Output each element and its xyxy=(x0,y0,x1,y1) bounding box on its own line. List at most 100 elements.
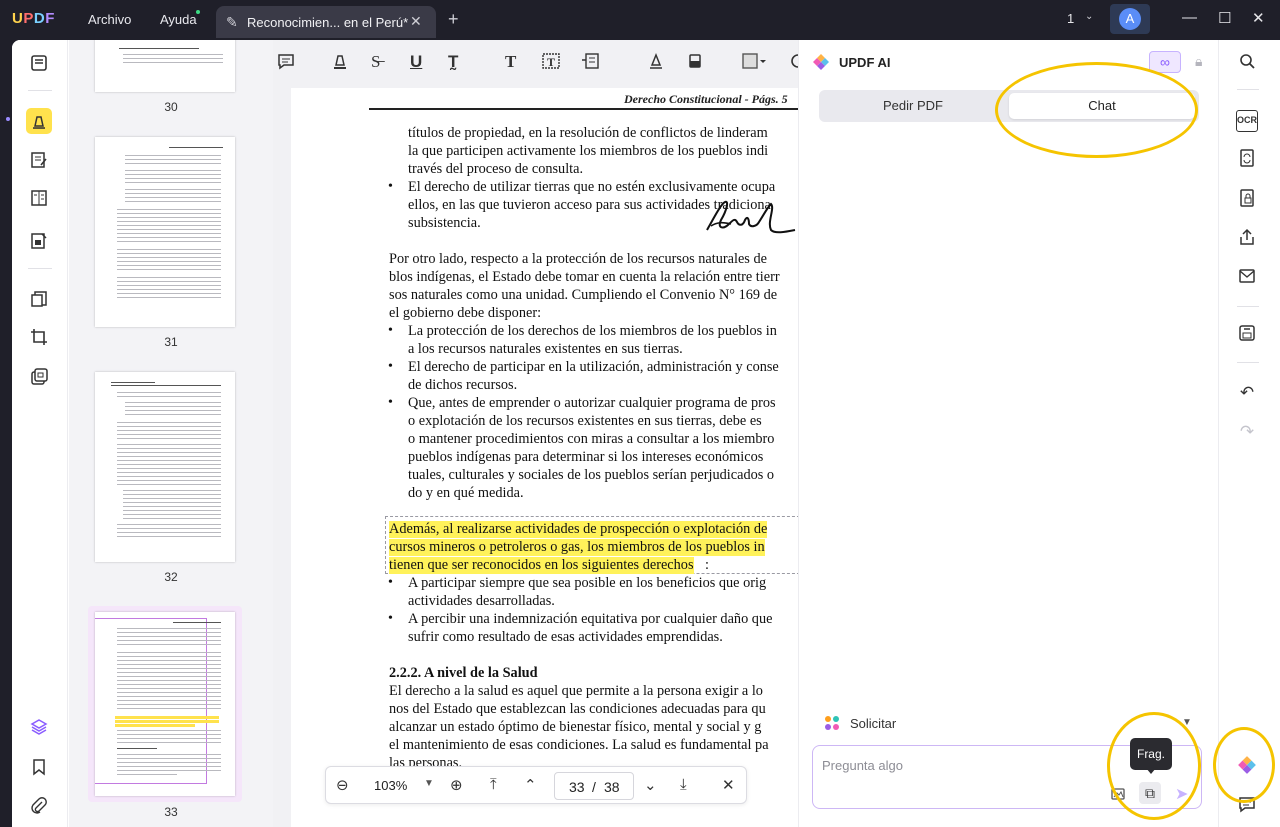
organize-icon[interactable] xyxy=(26,228,52,254)
bullet: • xyxy=(388,395,393,410)
annotation-circle xyxy=(995,62,1198,158)
text-line: el mantenimiento de esas condiciones. La… xyxy=(389,737,769,753)
highlighted-line[interactable]: Además, al realizarse actividades de pro… xyxy=(389,521,768,538)
thumbnail-page[interactable] xyxy=(95,137,235,327)
previous-page-icon[interactable]: ⌃ xyxy=(524,776,537,794)
annotation-circle xyxy=(1107,712,1201,820)
menu-archivo[interactable]: Archivo xyxy=(88,12,131,27)
header-rule xyxy=(369,108,798,110)
undo-icon[interactable]: ↶ xyxy=(1236,382,1258,404)
text-line: sos naturales como una unidad. Cumpliend… xyxy=(389,287,778,303)
search-icon[interactable] xyxy=(1236,52,1258,74)
document-tab-label: Reconocimien... en el Perú* xyxy=(247,15,409,30)
ocr-stack-icon[interactable] xyxy=(26,364,52,390)
note-icon[interactable] xyxy=(277,52,295,75)
text-line: Que, antes de emprender o autorizar cual… xyxy=(408,395,776,411)
updf-ai-icon xyxy=(813,54,829,70)
underline-icon[interactable]: U xyxy=(410,52,422,72)
chevron-down-icon[interactable]: ▼ xyxy=(424,778,434,789)
squiggly-text-icon[interactable]: T̰ xyxy=(448,52,458,72)
convert-icon[interactable] xyxy=(1236,148,1258,170)
page-number-input[interactable]: 33 / 38 xyxy=(554,772,634,800)
right-toolbar: OCR ↶ ↷ xyxy=(1218,40,1280,827)
thumbnail-page-selected[interactable] xyxy=(95,612,235,796)
window-count[interactable]: 1 xyxy=(1067,11,1074,26)
layers-icon[interactable] xyxy=(26,714,52,740)
tab-ask-pdf[interactable]: Pedir PDF xyxy=(819,90,1007,122)
text-callout-icon[interactable] xyxy=(580,52,600,75)
document-tab[interactable]: ✎ Reconocimien... en el Perú* ✕ xyxy=(216,6,436,38)
highlight-icon[interactable] xyxy=(331,52,349,75)
text-line: a los recursos naturales existentes en s… xyxy=(408,341,683,357)
text-box-icon[interactable]: T xyxy=(541,52,561,75)
menu-ayuda[interactable]: Ayuda xyxy=(160,12,197,27)
strikethrough-icon[interactable]: S̶ xyxy=(371,52,380,72)
thumbnail-page[interactable] xyxy=(95,372,235,562)
text-line: nos del Estado que establezcan las condi… xyxy=(389,701,766,717)
text-line: la que participen activamente los miembr… xyxy=(408,143,769,159)
text-line: o explotación de los recursos existentes… xyxy=(408,413,762,429)
mail-icon[interactable] xyxy=(1236,268,1258,290)
highlighted-line[interactable]: cursos mineros o petroleros o gas, los m… xyxy=(389,539,765,556)
text-line: El derecho a la salud es aquel que permi… xyxy=(389,683,763,699)
zoom-level[interactable]: 103% xyxy=(374,778,407,793)
ocr-icon[interactable]: OCR xyxy=(1236,110,1258,132)
close-icon[interactable]: ✕ xyxy=(722,776,735,794)
text-line: : xyxy=(705,557,709,573)
eraser-icon[interactable] xyxy=(686,52,704,75)
close-tab-icon[interactable]: ✕ xyxy=(410,13,422,30)
rail-indicator xyxy=(6,117,10,121)
svg-text:T: T xyxy=(547,55,555,69)
last-page-icon[interactable]: ⤓ xyxy=(680,776,687,793)
bullet: • xyxy=(388,323,393,338)
new-tab-icon[interactable]: + xyxy=(448,9,459,30)
ai-panel-title: UPDF AI xyxy=(839,55,891,70)
protect-icon[interactable] xyxy=(1236,188,1258,210)
thumbnail-page[interactable] xyxy=(95,40,235,92)
left-toolbar xyxy=(12,40,68,827)
app-window: 30 31 32 33 S̶ U T̰ T T Derecho Constitu… xyxy=(12,40,1280,827)
bullet: • xyxy=(388,179,393,194)
title-bar: UPDF Archivo Ayuda ✎ Reconocimien... en … xyxy=(0,0,1280,40)
page-tools-icon[interactable] xyxy=(26,286,52,312)
first-page-icon[interactable]: ⤒ xyxy=(490,776,497,793)
maximize-icon[interactable]: ☐ xyxy=(1218,9,1231,27)
pencil-icon[interactable] xyxy=(647,52,665,75)
zoom-in-icon[interactable]: ⊕ xyxy=(450,776,463,794)
text-line: blos indígenas, el Estado debe tomar en … xyxy=(389,269,780,285)
form-icon[interactable] xyxy=(26,185,52,211)
minimize-icon[interactable]: — xyxy=(1182,9,1197,26)
text-line: subsistencia. xyxy=(408,215,481,231)
edit-pencil-icon: ✎ xyxy=(226,14,238,30)
bullet: • xyxy=(388,611,393,626)
edit-text-icon[interactable] xyxy=(26,147,52,173)
signature[interactable] xyxy=(701,196,796,240)
divider xyxy=(28,90,52,91)
ai-panel: UPDF AI ∞ 🔒︎ Pedir PDF Chat Solicitar ▼ … xyxy=(798,40,1218,827)
thumbnail-label: 33 xyxy=(164,805,178,819)
crop-icon[interactable] xyxy=(26,324,52,350)
pdf-page[interactable]: Derecho Constitucional - Págs. 5 títulos… xyxy=(291,88,798,827)
section-heading: 2.2.2. A nivel de la Salud xyxy=(389,665,538,681)
share-icon[interactable] xyxy=(1236,228,1258,250)
chevron-down-icon[interactable]: ⌄ xyxy=(1085,11,1093,22)
attachment-icon[interactable] xyxy=(26,793,52,819)
close-window-icon[interactable]: ✕ xyxy=(1252,9,1265,27)
thumbnail-panel: 30 31 32 33 xyxy=(69,40,273,827)
text-line: do y en qué medida. xyxy=(408,485,524,501)
save-icon[interactable] xyxy=(1236,324,1258,346)
bullet: • xyxy=(388,575,393,590)
shape-icon[interactable] xyxy=(741,52,767,75)
updf-logo: UPDF xyxy=(12,10,55,27)
comment-highlighter-icon[interactable] xyxy=(26,108,52,134)
zoom-out-icon[interactable]: ⊖ xyxy=(336,776,349,794)
account-button[interactable]: A xyxy=(1110,4,1150,34)
annotation-circle xyxy=(1213,727,1275,803)
redo-icon[interactable]: ↷ xyxy=(1236,421,1258,443)
lock-icon[interactable]: 🔒︎ xyxy=(1195,53,1202,70)
bookmark-icon[interactable] xyxy=(26,754,52,780)
highlighted-line[interactable]: tienen que ser reconocidos en los siguie… xyxy=(389,557,694,574)
next-page-icon[interactable]: ⌄ xyxy=(644,776,657,794)
reader-icon[interactable] xyxy=(26,50,52,76)
text-icon[interactable]: T xyxy=(505,52,516,72)
